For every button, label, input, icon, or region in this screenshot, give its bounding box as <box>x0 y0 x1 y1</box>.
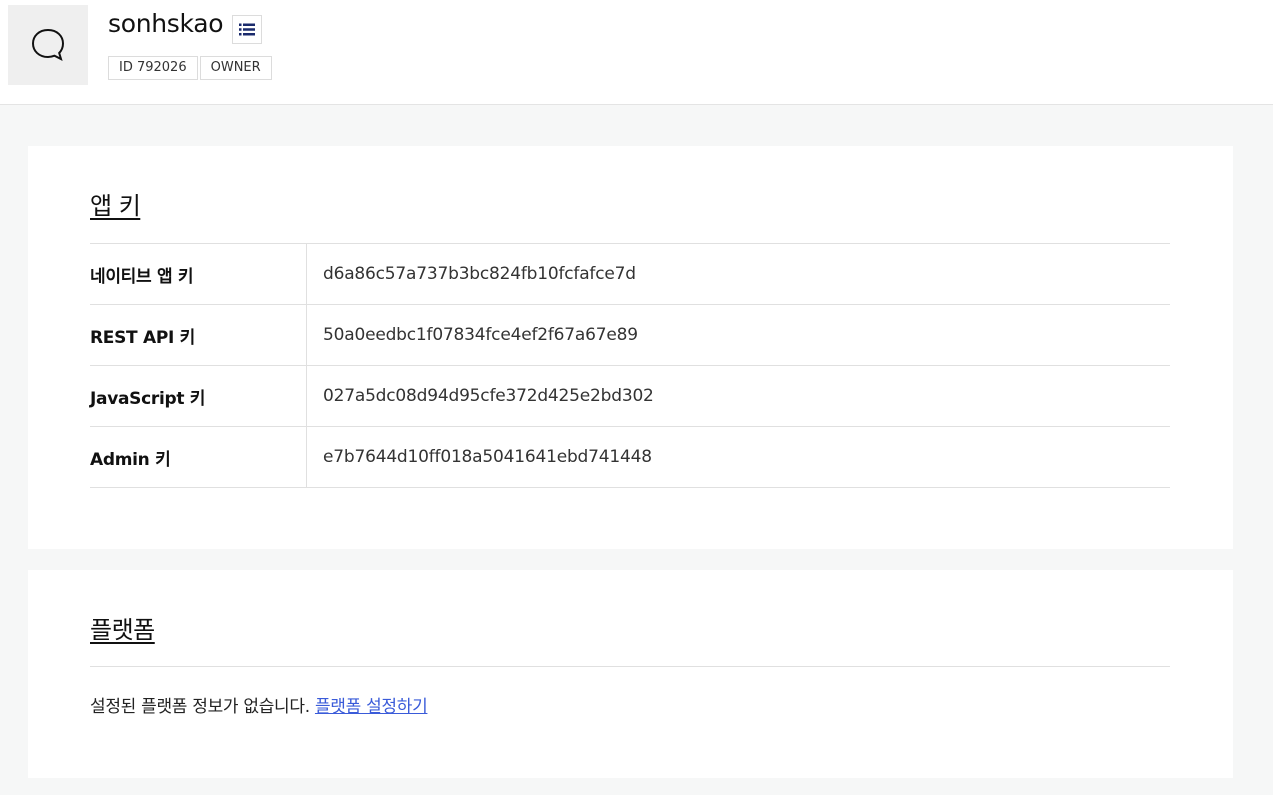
admin-key-value[interactable]: e7b7644d10ff018a5041641ebd741448 <box>307 427 1170 487</box>
table-row: JavaScript 키 027a5dc08d94d95cfe372d425e2… <box>90 366 1170 427</box>
rest-api-key-value[interactable]: 50a0eedbc1f07834fce4ef2f67a67e89 <box>307 305 1170 365</box>
table-row: REST API 키 50a0eedbc1f07834fce4ef2f67a67… <box>90 305 1170 366</box>
platform-message-line: 설정된 플랫폼 정보가 없습니다. 플랫폼 설정하기 <box>90 692 428 717</box>
divider <box>90 666 1170 667</box>
app-keys-title: 앱 키 <box>90 192 141 220</box>
key-label: Admin 키 <box>90 427 307 487</box>
native-app-key-value[interactable]: d6a86c57a737b3bc824fb10fcfafce7d <box>307 244 1170 304</box>
speech-bubble-icon <box>31 28 65 61</box>
key-label: JavaScript 키 <box>90 366 307 426</box>
app-icon <box>8 5 88 85</box>
platform-settings-link[interactable]: 플랫폼 설정하기 <box>315 697 428 717</box>
platform-empty-message: 설정된 플랫폼 정보가 없습니다. <box>90 697 310 717</box>
app-keys-section: 앱 키 네이티브 앱 키 d6a86c57a737b3bc824fb10fcfa… <box>28 146 1233 549</box>
table-row: Admin 키 e7b7644d10ff018a5041641ebd741448 <box>90 427 1170 488</box>
platform-section: 플랫폼 설정된 플랫폼 정보가 없습니다. 플랫폼 설정하기 <box>28 570 1233 778</box>
key-label: 네이티브 앱 키 <box>90 244 307 304</box>
app-header: sonhskao ID 792026 OWNER <box>0 0 1273 105</box>
app-menu-button[interactable] <box>232 15 262 44</box>
app-id-badge: ID 792026 <box>108 56 198 80</box>
list-icon <box>239 23 255 36</box>
javascript-key-value[interactable]: 027a5dc08d94d95cfe372d425e2bd302 <box>307 366 1170 426</box>
key-label: REST API 키 <box>90 305 307 365</box>
app-badges: ID 792026 OWNER <box>108 56 272 80</box>
table-row: 네이티브 앱 키 d6a86c57a737b3bc824fb10fcfafce7… <box>90 244 1170 305</box>
app-keys-table: 네이티브 앱 키 d6a86c57a737b3bc824fb10fcfafce7… <box>90 243 1170 488</box>
role-badge: OWNER <box>199 56 272 80</box>
app-name: sonhskao <box>108 9 224 38</box>
platform-title: 플랫폼 <box>90 616 155 644</box>
